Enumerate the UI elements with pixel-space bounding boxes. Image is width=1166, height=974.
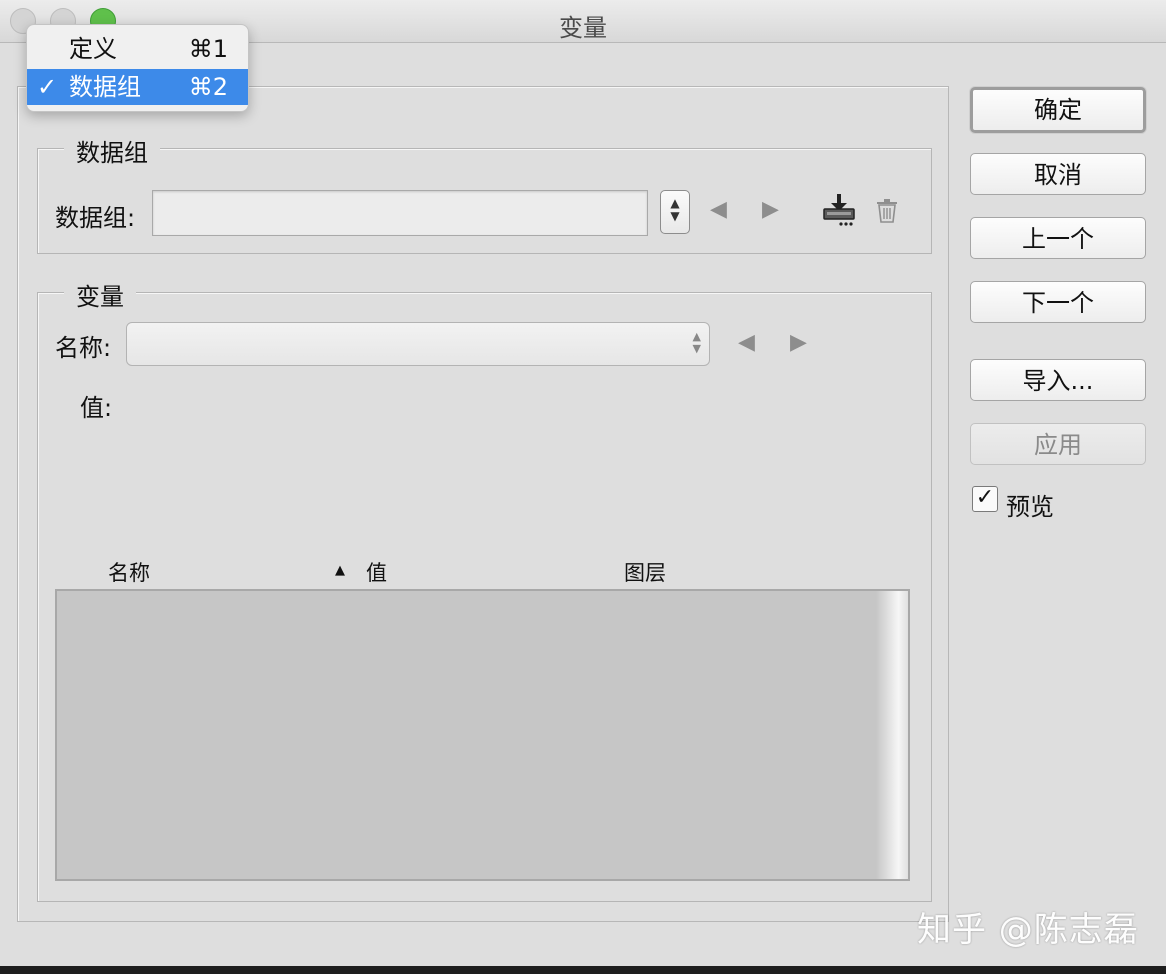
popup-chevron-icon: ▲ ▼ — [692, 330, 701, 355]
ok-button[interactable]: 确定 — [970, 87, 1146, 133]
variable-next-arrow-icon[interactable]: ▶ — [790, 330, 807, 355]
variable-name-label: 名称: — [55, 334, 112, 362]
previous-button[interactable]: 上一个 — [970, 217, 1146, 259]
right-arrow-icon[interactable]: ▶ — [762, 197, 779, 222]
preview-checkbox[interactable]: ✓ — [972, 486, 998, 512]
sort-ascending-icon: ▲ — [335, 563, 345, 578]
variable-prev-arrow-icon[interactable]: ◀ — [738, 330, 755, 355]
menu-item-datasets[interactable]: ✓ 数据组 ⌘2 — [27, 69, 248, 105]
column-header-value[interactable]: 值 — [366, 557, 387, 587]
menu-item-shortcut: ⌘2 — [188, 73, 228, 101]
variable-group-title: 变量 — [64, 277, 136, 312]
menu-item-shortcut: ⌘1 — [188, 35, 228, 63]
up-down-stepper-icon[interactable]: ▲ ▼ — [660, 190, 690, 234]
screen-bottom-edge — [0, 966, 1166, 974]
variables-dialog: 变量 数据组 数据组: ▲▼ ◀ ▶ 变量 名称: ▲▼ ◀ ▶ 值: 名称 — [0, 0, 1166, 966]
checkmark-icon: ✓ — [37, 73, 58, 101]
cancel-button[interactable]: 取消 — [970, 153, 1146, 195]
value-label: 值: — [80, 394, 113, 422]
column-header-name[interactable]: 名称 — [108, 557, 150, 587]
menu-item-label: 数据组 — [69, 73, 141, 101]
watermark: 知乎 @陈志磊 — [917, 910, 1139, 950]
table-scrollbar[interactable] — [876, 591, 908, 879]
import-tray-icon[interactable] — [822, 194, 856, 228]
variable-name-popup[interactable]: ▲ ▼ — [126, 322, 710, 366]
column-header-layer[interactable]: 图层 — [624, 557, 666, 587]
apply-button[interactable]: 应用 — [970, 423, 1146, 465]
menu-item-label: 定义 — [69, 35, 117, 63]
trash-icon[interactable] — [876, 199, 898, 223]
dataset-field[interactable] — [152, 190, 648, 236]
dataset-group-title: 数据组 — [64, 133, 160, 168]
dataset-field-label: 数据组: — [55, 204, 136, 232]
panel-mode-menu: 定义 ⌘1 ✓ 数据组 ⌘2 — [26, 24, 249, 112]
preview-label: 预览 — [1006, 493, 1054, 521]
menu-item-define[interactable]: 定义 ⌘1 — [27, 31, 248, 67]
import-button[interactable]: 导入... — [970, 359, 1146, 401]
next-button[interactable]: 下一个 — [970, 281, 1146, 323]
variables-table[interactable] — [55, 589, 910, 881]
left-arrow-icon[interactable]: ◀ — [710, 197, 727, 222]
